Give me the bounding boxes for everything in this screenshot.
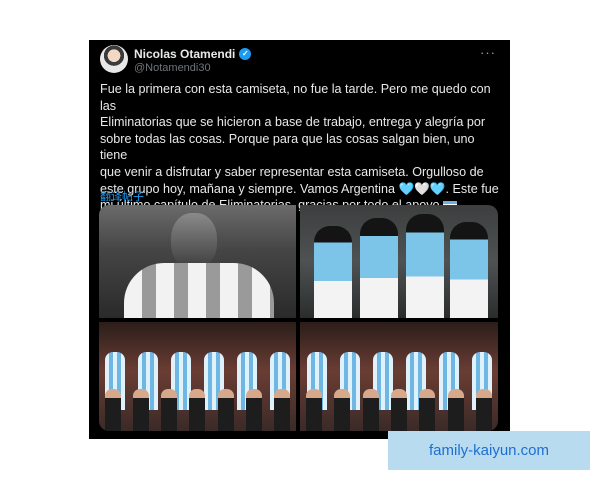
tweet-line: sobre todas las cosas. Porque para que l…	[100, 131, 475, 163]
author-handle[interactable]: @Notamendi30	[134, 62, 211, 74]
mascots-row	[300, 389, 498, 431]
mascot-figure	[133, 389, 150, 431]
player-figure	[360, 218, 398, 318]
watermark-banner: family-kaiyun.com	[388, 431, 590, 470]
tweet-line: Fue la primera con esta camiseta, no fue…	[100, 82, 491, 113]
photo-lineup-right[interactable]	[300, 322, 498, 431]
mascot-figure	[419, 389, 436, 431]
tweet-line: este grupo hoy, mañana y siempre. Vamos …	[100, 181, 504, 198]
tweet-line: que venir a disfrutar y saber representa…	[100, 164, 484, 179]
mascot-figure	[447, 389, 464, 431]
tweet-card: Nicolas Otamendi ✓ @Notamendi30 ··· Fue …	[89, 40, 510, 439]
verified-badge-icon: ✓	[239, 48, 252, 60]
watermark-text: family-kaiyun.com	[428, 442, 550, 459]
tweet-text: Fue la primera con esta camiseta, no fue…	[100, 81, 504, 214]
translate-post-link[interactable]: 翻译帖子	[100, 188, 144, 204]
author-name[interactable]: Nicolas Otamendi	[134, 47, 235, 61]
mascot-figure	[306, 389, 323, 431]
player-head-shape	[171, 213, 217, 269]
tweet-line-text: este grupo hoy, mañana y siempre. Vamos …	[100, 181, 395, 196]
player-figure	[314, 226, 352, 318]
photo-player-portrait[interactable]	[99, 205, 296, 318]
mascots-row	[99, 389, 296, 431]
photo-lineup-left[interactable]	[99, 322, 296, 431]
mascot-figure	[245, 389, 262, 431]
striped-shirt-shape	[124, 263, 274, 318]
avatar[interactable]	[100, 45, 128, 73]
media-grid	[99, 205, 498, 431]
tweet-line-suffix: . Este fue	[445, 181, 499, 196]
mascot-figure	[105, 389, 122, 431]
mascot-figure	[217, 389, 234, 431]
mascot-figure	[334, 389, 351, 431]
player-figure	[450, 222, 488, 318]
tweet-header: Nicolas Otamendi ✓ @Notamendi30 ···	[100, 45, 500, 75]
mascot-figure	[161, 389, 178, 431]
mascot-figure	[475, 389, 492, 431]
player-figure	[406, 214, 444, 318]
tweet-line: Eliminatorias que se hicieron a base de …	[100, 115, 486, 130]
author-row: Nicolas Otamendi ✓	[134, 47, 252, 61]
mascot-figure	[362, 389, 379, 431]
more-options-icon[interactable]: ···	[480, 45, 496, 60]
photo-team-walkout[interactable]	[300, 205, 498, 318]
hearts-emoji-icon: 🩵🤍🩵	[398, 181, 446, 196]
mascot-figure	[273, 389, 290, 431]
mascot-figure	[189, 389, 206, 431]
mascot-figure	[390, 389, 407, 431]
